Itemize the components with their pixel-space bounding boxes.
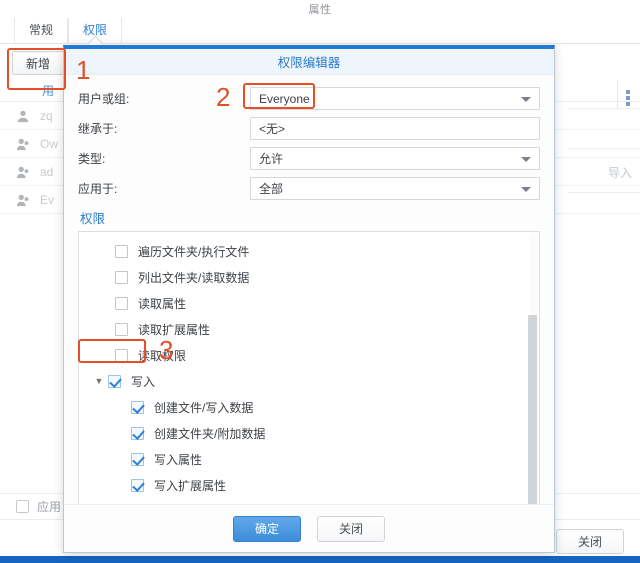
permission-label: 读取扩展属性 [138, 322, 211, 337]
field-row-apply-to: 应用于: 全部 [78, 175, 540, 202]
chevron-down-icon [521, 156, 531, 162]
permissions-section-heading: 权限 [80, 212, 106, 226]
permission-row[interactable]: 遍历文件夹/执行文件 [79, 238, 539, 264]
chevron-down-icon[interactable]: ▼ [93, 376, 105, 386]
list-item-label: zq [40, 108, 53, 123]
permission-row[interactable]: ▼ 写入 [79, 368, 539, 394]
group-icon [14, 163, 32, 181]
tab-permissions[interactable]: 权限 [68, 18, 123, 43]
dialog-close-button[interactable]: 关闭 [317, 515, 385, 542]
bottom-accent-bar [0, 556, 640, 563]
permission-label: 写入扩展属性 [154, 478, 227, 493]
permission-row[interactable]: 读取属性 [79, 290, 539, 316]
ok-button[interactable]: 确定 [233, 515, 301, 542]
window-close-button[interactable]: 关闭 [556, 529, 624, 554]
user-icon [14, 107, 32, 125]
dialog-body: 用户或组: Everyone 继承于: <无> 类型: 允许 应用于: 全部 权… [64, 75, 554, 506]
permission-checkbox[interactable] [115, 322, 128, 336]
permission-row[interactable]: 写入属性 [79, 446, 539, 472]
permission-row[interactable]: 读取扩展属性 [79, 316, 539, 342]
field-label-user-or-group: 用户或组: [78, 92, 130, 106]
field-label-inherited-from: 继承于: [78, 122, 118, 136]
apply-to-value: 全部 [259, 182, 284, 196]
permission-row[interactable]: 读取权限 [79, 342, 539, 368]
tab-bar: 常规 权限 [0, 18, 640, 44]
list-item-label: ad [40, 164, 54, 179]
inherited-from-field: <无> [250, 117, 540, 140]
user-or-group-select[interactable]: Everyone [250, 87, 540, 110]
window-titlebar: 属性 [0, 0, 640, 18]
list-column-divider [617, 80, 618, 108]
type-value: 允许 [259, 152, 284, 166]
dialog-title: 权限编辑器 [277, 56, 341, 70]
permission-checkbox[interactable] [115, 348, 128, 362]
list-row-divider [568, 108, 640, 109]
list-row-divider [568, 192, 640, 193]
list-row-divider [568, 148, 640, 149]
import-button[interactable]: 导入 [608, 164, 632, 181]
permissions-list-scroll-content: 遍历文件夹/执行文件 列出文件夹/读取数据 读取属性读取扩展属性 读取权限 ▼ 写入创建文… [79, 232, 539, 505]
field-row-type: 类型: 允许 [78, 145, 540, 172]
permission-row[interactable]: 列出文件夹/读取数据 [79, 264, 539, 290]
permission-checkbox[interactable] [131, 452, 144, 466]
dialog-footer: 确定 关闭 [64, 504, 554, 552]
apply-checkbox[interactable] [16, 500, 29, 513]
permission-row[interactable]: 创建文件/写入数据 [79, 394, 539, 420]
chevron-down-icon [521, 186, 531, 192]
group-icon [14, 191, 32, 209]
permission-label: 创建文件夹/附加数据 [154, 426, 266, 441]
tab-general[interactable]: 常规 [14, 18, 69, 43]
permissions-list: 遍历文件夹/执行文件 列出文件夹/读取数据 读取属性读取扩展属性 读取权限 ▼ 写入创建文… [78, 231, 540, 506]
list-item-label: Ev [40, 192, 55, 207]
permission-row[interactable]: 写入扩展属性 [79, 472, 539, 498]
permission-label: 写入 [131, 374, 156, 389]
permission-checkbox[interactable] [115, 296, 128, 310]
column-resize-handle-icon[interactable] [626, 90, 630, 106]
chevron-down-icon [521, 96, 531, 102]
permission-checkbox[interactable] [131, 478, 144, 492]
permission-label: 写入属性 [154, 452, 203, 467]
field-row-inherited-from: 继承于: <无> [78, 115, 540, 142]
add-button[interactable]: 新增 [12, 51, 64, 75]
apply-checkbox-label: 应用 [37, 500, 62, 514]
permission-checkbox[interactable] [131, 426, 144, 440]
permission-label: 创建文件/写入数据 [154, 400, 254, 415]
apply-to-select[interactable]: 全部 [250, 177, 540, 200]
permission-label: 读取权限 [138, 348, 187, 363]
permission-label: 遍历文件夹/执行文件 [138, 244, 250, 259]
field-row-user-or-group: 用户或组: Everyone [78, 85, 540, 112]
permission-checkbox[interactable] [108, 374, 121, 388]
dialog-titlebar: 权限编辑器 [64, 49, 554, 75]
permissions-scrollbar-thumb[interactable] [528, 315, 537, 505]
permissions-scrollbar-track[interactable] [528, 233, 538, 505]
inherited-from-value: <无> [259, 122, 286, 136]
group-icon [14, 135, 32, 153]
permission-label: 列出文件夹/读取数据 [138, 270, 250, 285]
list-item-label: Ow [40, 136, 58, 151]
permission-editor-dialog: 权限编辑器 用户或组: Everyone 继承于: <无> 类型: 允许 应用于… [63, 45, 555, 553]
field-label-apply-to: 应用于: [78, 182, 118, 196]
window-title: 属性 [308, 4, 332, 16]
permission-checkbox[interactable] [115, 270, 128, 284]
type-select[interactable]: 允许 [250, 147, 540, 170]
permission-row[interactable]: 创建文件夹/附加数据 [79, 420, 539, 446]
permission-checkbox[interactable] [131, 400, 144, 414]
field-label-type: 类型: [78, 152, 106, 166]
permission-label: 读取属性 [138, 296, 187, 311]
permission-checkbox[interactable] [115, 244, 128, 258]
user-or-group-value: Everyone [259, 91, 310, 106]
